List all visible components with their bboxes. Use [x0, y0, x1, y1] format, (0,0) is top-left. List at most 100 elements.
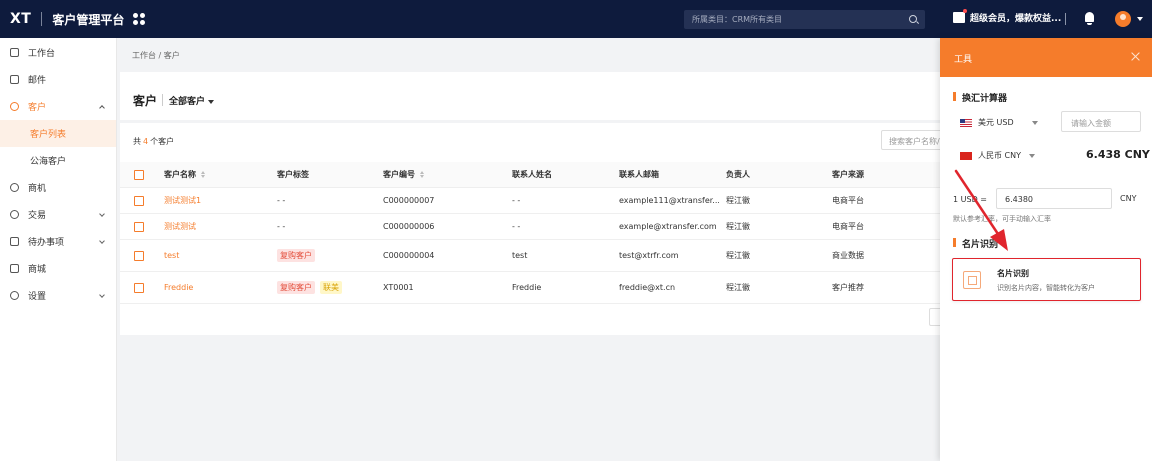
total-suffix: 个客户: [150, 137, 175, 146]
caret-down-icon: [208, 99, 215, 104]
sidebar-item-settings[interactable]: 设置: [0, 282, 116, 309]
avatar[interactable]: [1115, 11, 1131, 27]
customer-number: XT0001: [383, 283, 414, 292]
sidebar-item-public-customers[interactable]: 公海客户: [0, 147, 116, 174]
column-header[interactable]: 客户名称: [164, 162, 264, 187]
select-all-checkbox[interactable]: [134, 169, 144, 180]
column-header[interactable]: 客户编号: [383, 162, 503, 187]
owner: 程江徽: [726, 222, 750, 231]
customer-source: 商业数据: [832, 251, 864, 260]
us-flag-icon: [960, 118, 972, 127]
converted-amount: 6.438 CNY: [1086, 148, 1150, 161]
sidebar-item-todo[interactable]: 待办事项: [0, 228, 116, 255]
column-header: 联系人邮箱: [619, 170, 659, 179]
owner: 程江徽: [726, 251, 750, 260]
cn-flag-icon: [960, 151, 972, 160]
column-header: 负责人: [726, 170, 750, 179]
sidebar-item-mail[interactable]: 邮件: [0, 66, 116, 93]
sidebar-item-trade[interactable]: 交易: [0, 201, 116, 228]
topbar-divider: [1065, 13, 1066, 25]
sort-icon[interactable]: [201, 171, 205, 178]
sidebar-item-customer[interactable]: 客户: [0, 93, 116, 120]
amount-placeholder: 请输入金额: [1071, 119, 1111, 128]
vip-promo-link[interactable]: 超级会员，爆款权益...: [953, 9, 1062, 24]
total-number: 4: [143, 137, 149, 146]
contact-name: Freddie: [512, 283, 542, 292]
business-card-ocr-button[interactable]: 名片识别 识别名片内容，智能转化为客户: [952, 258, 1141, 301]
table-row[interactable]: Freddie 复购客户 联美 XT0001 Freddie freddie@xt…: [120, 272, 942, 304]
customer-tags: 复购客户: [277, 240, 377, 271]
customer-tags: - -: [277, 222, 286, 231]
view-select[interactable]: 全部客户: [169, 94, 215, 107]
row-checkbox[interactable]: [134, 221, 144, 232]
customer-icon: [10, 102, 19, 111]
contact-name: - -: [512, 196, 521, 205]
bell-icon[interactable]: [1085, 12, 1094, 25]
sidebar-item-shop[interactable]: 商城: [0, 255, 116, 282]
rate-unit: CNY: [1120, 194, 1137, 203]
promo-text: 超级会员，爆款权益...: [970, 14, 1062, 24]
contact-email: test@xtrfr.com: [619, 251, 679, 260]
view-select-label: 全部客户: [169, 97, 206, 107]
ocr-title: 名片识别: [997, 269, 1029, 278]
sidebar-item-workbench[interactable]: 工作台: [0, 39, 116, 66]
from-currency-label: 美元 USD: [978, 118, 1014, 127]
table-row[interactable]: 测试测试 - - C000000006 - - example@xtransfe…: [120, 214, 942, 240]
customer-source: 客户推荐: [832, 283, 864, 292]
column-header: 客户标签: [277, 170, 309, 179]
tools-panel-title: 工具: [954, 55, 973, 65]
amount-input[interactable]: 请输入金额: [1061, 111, 1141, 132]
chevron-down-icon[interactable]: [1137, 17, 1143, 21]
row-checkbox[interactable]: [134, 282, 144, 293]
tag-repurchase: 复购客户: [277, 249, 315, 262]
logo[interactable]: XT: [10, 11, 31, 27]
category-search-input[interactable]: 所属类目：CRM所有类目: [684, 10, 925, 29]
row-checkbox[interactable]: [134, 250, 144, 261]
column-header: 客户来源: [832, 170, 864, 179]
customer-source: 电商平台: [832, 222, 864, 231]
contact-email: example@xtransfer.com: [619, 222, 717, 231]
sidebar-item-label: 邮件: [28, 76, 47, 86]
total-prefix: 共: [133, 137, 141, 146]
chevron-down-icon: [1031, 120, 1038, 125]
customer-source: 电商平台: [832, 196, 864, 205]
customer-name-link[interactable]: 测试测试1: [164, 188, 264, 213]
sidebar-item-customer-list[interactable]: 客户列表: [0, 120, 116, 147]
search-icon[interactable]: [909, 15, 917, 23]
customer-table: 客户名称 客户标签 客户编号 联系人姓名 联系人邮箱 负责人 客户来源 测试测试…: [120, 162, 942, 304]
sidebar-item-label: 设置: [28, 292, 47, 302]
tag-repurchase: 复购客户: [277, 281, 315, 294]
sidebar-item-label: 交易: [28, 211, 47, 221]
chevron-up-icon: [99, 105, 105, 111]
customer-name-link[interactable]: test: [164, 240, 264, 271]
breadcrumb[interactable]: 工作台 / 客户: [132, 50, 180, 61]
apps-icon[interactable]: [133, 13, 146, 25]
trade-icon: [10, 210, 19, 219]
customer-name-link[interactable]: Freddie: [164, 272, 264, 303]
table-row[interactable]: test 复购客户 C000000004 test test@xtrfr.com…: [120, 240, 942, 272]
to-currency-select[interactable]: 人民币 CNY: [960, 150, 1035, 161]
logo-divider: [41, 12, 43, 26]
contact-email: freddie@xt.cn: [619, 283, 676, 292]
sidebar-item-label: 工作台: [28, 49, 56, 59]
ocr-description: 识别名片内容，智能转化为客户: [997, 284, 1095, 292]
customer-name-link[interactable]: 测试测试: [164, 214, 264, 239]
column-label: 客户名称: [164, 170, 196, 179]
customer-tags: 复购客户 联美: [277, 272, 377, 303]
rate-input[interactable]: 6.4380: [996, 188, 1112, 209]
row-checkbox[interactable]: [134, 195, 144, 206]
chevron-down-icon: [99, 238, 105, 244]
sort-icon[interactable]: [420, 171, 424, 178]
sidebar-item-opportunity[interactable]: 商机: [0, 174, 116, 201]
top-bar: XT 客户管理平台 所属类目：CRM所有类目 超级会员，爆款权益...: [0, 0, 1152, 38]
close-icon[interactable]: [1131, 52, 1140, 61]
page-title: 客户: [133, 94, 158, 108]
table-row[interactable]: 测试测试1 - - C000000007 - - example111@xtra…: [120, 188, 942, 214]
chevron-down-icon: [99, 292, 105, 298]
from-currency-select[interactable]: 美元 USD: [960, 117, 1038, 128]
column-label: 客户编号: [383, 170, 415, 179]
title-divider: [162, 94, 163, 106]
app-title: 客户管理平台: [52, 12, 125, 27]
sidebar-item-label: 待办事项: [28, 238, 65, 248]
shop-icon: [10, 264, 19, 273]
